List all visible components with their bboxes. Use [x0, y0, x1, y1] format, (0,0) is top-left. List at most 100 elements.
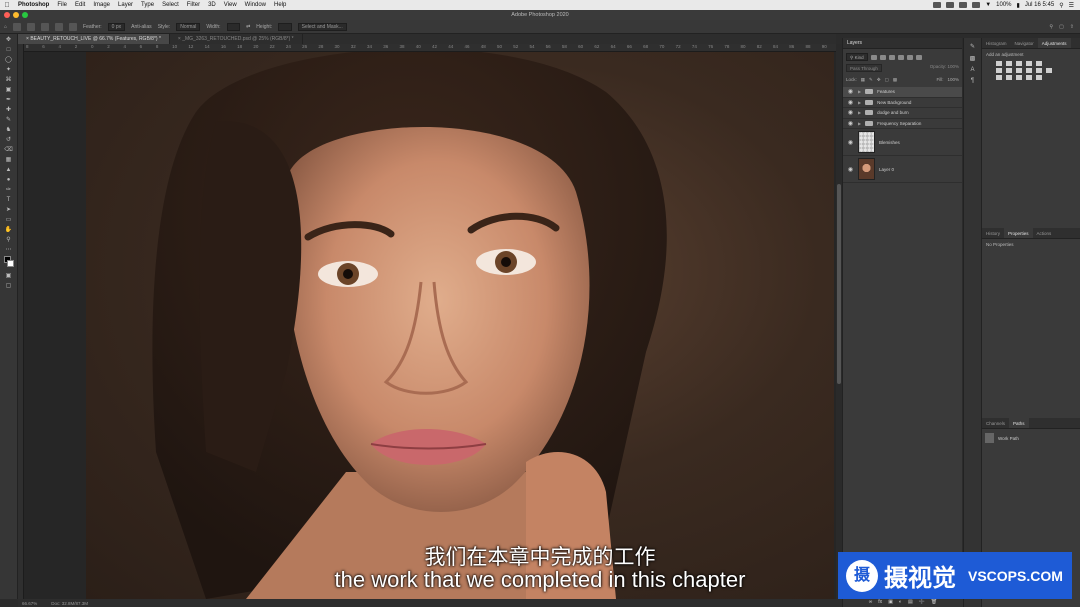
portrait-photo[interactable] [86, 52, 834, 599]
menu-view[interactable]: View [220, 2, 241, 8]
lasso-tool-icon[interactable]: ◯ [4, 56, 14, 64]
vibrance-icon[interactable] [1036, 61, 1042, 66]
menu-3d[interactable]: 3D [204, 2, 220, 8]
visibility-eye-icon[interactable]: ◉ [847, 88, 854, 95]
blur-tool-icon[interactable]: ▲ [4, 166, 14, 174]
tab-paths[interactable]: Paths [1009, 418, 1029, 428]
swap-icon[interactable]: ⇄ [246, 24, 250, 30]
exposure-icon[interactable] [1026, 61, 1032, 66]
feather-input[interactable]: 0 px [107, 22, 126, 31]
more-tools-icon[interactable]: ⋯ [4, 246, 14, 254]
photo-filter-icon[interactable] [1026, 68, 1032, 73]
layers-panel-tab[interactable]: Layers [843, 38, 962, 49]
share-icon[interactable]: ⇧ [1070, 24, 1074, 30]
layer-row-frequency-separation[interactable]: ◉ ▶ Frequency Separation [843, 119, 962, 129]
history-brush-tool-icon[interactable]: ↺ [4, 136, 14, 144]
curves-icon[interactable] [1016, 61, 1022, 66]
path-selection-tool-icon[interactable]: ➤ [4, 206, 14, 214]
filter-smart-object-icon[interactable] [906, 54, 913, 60]
clone-stamp-tool-icon[interactable]: ♞ [4, 126, 14, 134]
tab-actions[interactable]: Actions [1033, 228, 1056, 238]
frame-tool-icon[interactable]: ▣ [4, 86, 14, 94]
tab-histogram[interactable]: Histogram [982, 38, 1011, 48]
close-window-button[interactable] [4, 12, 10, 18]
menu-edit[interactable]: Edit [71, 2, 89, 8]
tab-close-icon[interactable]: × [178, 36, 181, 42]
paragraph-icon[interactable]: ¶ [964, 78, 981, 84]
levels-icon[interactable] [1006, 61, 1012, 66]
status-app-icon[interactable] [946, 2, 955, 8]
expand-arrow-icon[interactable]: ▶ [858, 100, 861, 105]
selective-color-icon[interactable] [1036, 75, 1042, 80]
menu-help[interactable]: Help [270, 2, 290, 8]
menu-select[interactable]: Select [158, 2, 183, 8]
crop-tool-icon[interactable]: ⌘ [4, 76, 14, 84]
tab-properties[interactable]: Properties [1004, 228, 1033, 238]
screen-mode-icon[interactable]: ▢ [4, 282, 14, 290]
select-and-mask-button[interactable]: Select and Mask... [297, 22, 347, 31]
eraser-tool-icon[interactable]: ⌫ [4, 146, 14, 154]
height-input[interactable] [278, 22, 292, 31]
new-group-icon[interactable]: ▤ [908, 599, 913, 605]
tab-close-icon[interactable]: × [26, 36, 29, 42]
visibility-eye-icon[interactable]: ◉ [847, 139, 854, 146]
visibility-eye-icon[interactable]: ◉ [847, 120, 854, 127]
layer-row-new-background[interactable]: ◉ ▶ New Background [843, 98, 962, 108]
swatches-icon[interactable]: ▩ [964, 55, 981, 62]
apple-icon[interactable]:  [0, 2, 14, 9]
menu-type[interactable]: Type [137, 2, 158, 8]
black-white-icon[interactable] [1016, 68, 1022, 73]
canvas-area[interactable] [24, 52, 836, 599]
link-layers-icon[interactable]: ∞ [869, 599, 873, 605]
new-layer-icon[interactable]: ➕ [919, 599, 925, 605]
add-mask-icon[interactable]: ▣ [888, 599, 893, 605]
quick-mask-icon[interactable]: ▣ [4, 272, 14, 280]
zoom-level[interactable]: 66.67% [22, 601, 37, 606]
layer-style-icon[interactable]: fx [878, 599, 882, 605]
shape-tool-icon[interactable]: ▭ [4, 216, 14, 224]
workspace-icon[interactable]: ▢ [1059, 24, 1064, 30]
menu-file[interactable]: File [53, 2, 71, 8]
opacity-input[interactable]: 100% [947, 64, 959, 69]
horizontal-ruler[interactable]: 8 6 4 2 0 2 4 6 8 10 12 14 16 18 20 22 24 26 28 30 32 34 36 38 4… [24, 44, 836, 52]
pen-tool-icon[interactable]: ✑ [4, 186, 14, 194]
style-select[interactable]: Normal [176, 22, 201, 31]
status-app-icon[interactable] [959, 2, 968, 8]
filter-type-icon[interactable] [888, 54, 895, 60]
tab-history[interactable]: History [982, 228, 1004, 238]
brush-settings-icon[interactable]: ✎ [964, 43, 981, 50]
quick-select-tool-icon[interactable]: ✦ [4, 66, 14, 74]
antialias-checkbox[interactable]: Anti-alias [131, 24, 152, 30]
invert-icon[interactable] [996, 75, 1002, 80]
filter-adjustment-icon[interactable] [879, 54, 886, 60]
add-selection-icon[interactable] [41, 22, 50, 31]
channel-mixer-icon[interactable] [1036, 68, 1042, 73]
search-icon[interactable]: ⚲ [1049, 24, 1053, 30]
zoom-window-button[interactable] [22, 12, 28, 18]
path-row-work-path[interactable]: Work Path [985, 432, 1077, 444]
menu-filter[interactable]: Filter [183, 2, 204, 8]
hand-tool-icon[interactable]: ✋ [4, 226, 14, 234]
minimize-window-button[interactable] [13, 12, 19, 18]
layer-row-features[interactable]: ◉ ▶ Features [843, 87, 962, 98]
character-icon[interactable]: A [964, 67, 981, 73]
menu-layer[interactable]: Layer [114, 2, 137, 8]
filter-shape-icon[interactable] [897, 54, 904, 60]
clock[interactable]: Jul 16 5:45 [1025, 2, 1054, 8]
expand-arrow-icon[interactable]: ▶ [858, 89, 861, 94]
marquee-tool-icon[interactable]: □ [4, 46, 14, 54]
new-adjustment-icon[interactable]: ◐ [899, 599, 902, 605]
lock-transparent-icon[interactable]: ▦ [861, 77, 865, 83]
type-tool-icon[interactable]: T [4, 196, 14, 204]
zoom-tool-icon[interactable]: ⚲ [4, 236, 14, 244]
expand-arrow-icon[interactable]: ▶ [858, 110, 861, 115]
scrollbar-thumb[interactable] [837, 184, 841, 384]
foreground-background-color-icon[interactable] [3, 256, 14, 270]
tab-navigator[interactable]: Navigator [1011, 38, 1038, 48]
menu-window[interactable]: Window [241, 2, 270, 8]
visibility-eye-icon[interactable]: ◉ [847, 109, 854, 116]
document-size[interactable]: Doc: 32.8M/87.3M [51, 601, 88, 606]
color-balance-icon[interactable] [1006, 68, 1012, 73]
move-tool-icon[interactable]: ✥ [4, 36, 14, 44]
healing-brush-tool-icon[interactable]: ✚ [4, 106, 14, 114]
